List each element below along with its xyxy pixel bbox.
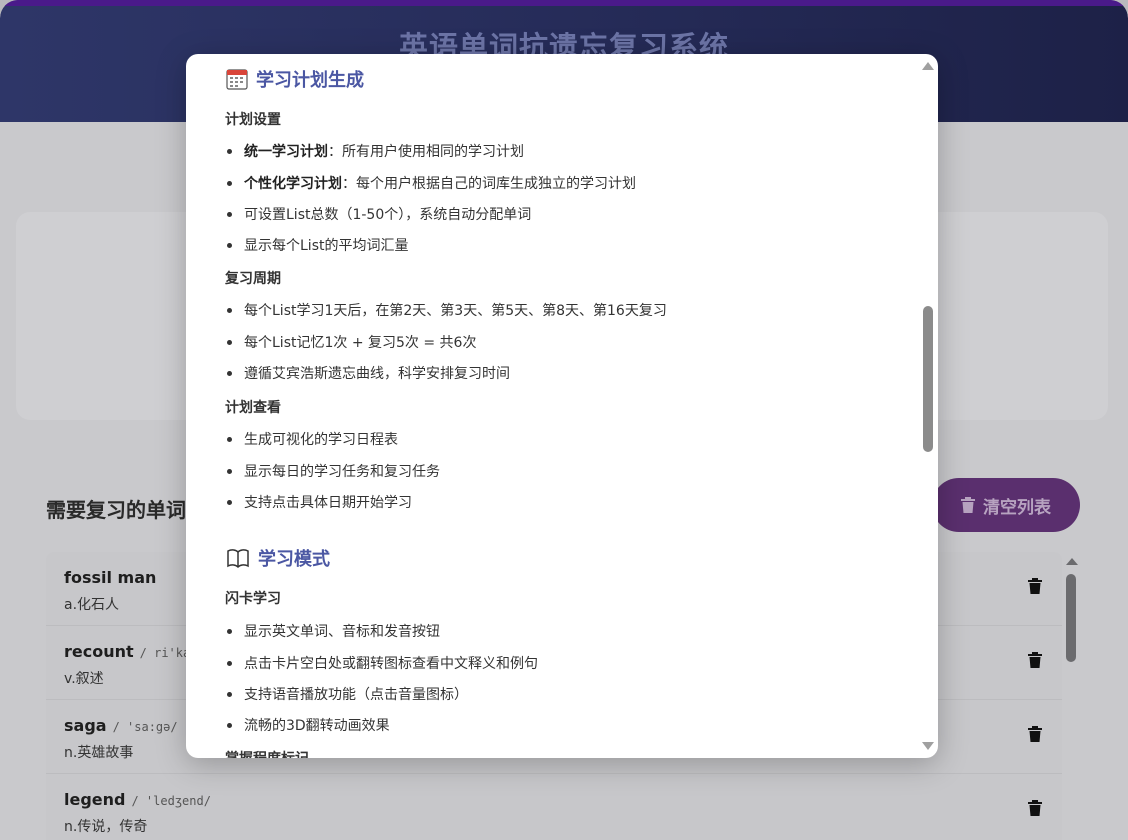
word-text: recount [64,642,134,661]
word-meaning: n.传说，传奇 [64,819,148,835]
list-item: 点击卡片空白处或翻转图标查看中文释义和例句 [227,653,538,673]
word-english: saga / 'sa:gə/ [64,716,178,735]
group-title: 闪卡学习 [225,591,281,607]
list-item: 每个List学习1天后，在第2天、第3天、第5天、第8天、第16天复习 [227,300,667,320]
list-item: 显示英文单词、音标和发音按钮 [227,621,440,641]
list-scroll-up-arrow[interactable] [1066,558,1078,565]
section-heading-modes: 学习模式 [226,545,330,571]
header-accent-strip [0,0,1128,6]
calendar-icon [226,69,248,90]
list-item: 遵循艾宾浩斯遗忘曲线，科学安排复习时间 [227,363,510,383]
group-title: 计划设置 [225,112,281,128]
section-heading-plan: 学习计划生成 [226,66,364,92]
list-scrollbar[interactable] [1066,574,1076,662]
list-item: 可设置List总数（1-50个），系统自动分配单词 [226,204,531,224]
modal-scroll-up-arrow[interactable] [922,62,934,70]
list-item: 每个List记忆1次 + 复习5次 = 共6次 [226,332,476,352]
clear-list-button[interactable]: 清空列表 [932,478,1080,532]
word-text: fossil man [64,568,157,587]
group-title: 计划查看 [225,400,281,416]
app-window: 英语单词抗遗忘复习系统 需要复习的单词 清空列表 fossil man a.化石… [0,0,1128,840]
list-item: 统一学习计划：所有用户使用相同的学习计划 [227,141,524,161]
list-item: 个性化学习计划：每个用户根据自己的词库生成独立的学习计划 [227,173,636,193]
list-item: 流畅的3D翻转动画效果 [227,715,390,735]
delete-word-icon[interactable] [1028,652,1042,668]
section-title: 学习计划生成 [256,70,364,91]
list-item: 显示每个List的平均词汇量 [226,235,408,255]
list-item: 支持语音播放功能（点击音量图标） [227,684,468,704]
word-english: legend / 'ledʒend/ [64,790,211,809]
word-text: legend [64,790,126,809]
review-list-title: 需要复习的单词 [46,498,186,522]
word-meaning: a.化石人 [64,597,120,613]
help-modal-content: 学习计划生成 计划设置 统一学习计划：所有用户使用相同的学习计划 个性化学习计划… [186,54,938,758]
word-text: saga [64,716,107,735]
group-title: 掌握程度标记 [225,748,309,758]
trash-icon [961,497,975,513]
modal-scrollbar[interactable] [923,306,933,452]
clear-list-label: 清空列表 [983,497,1051,518]
list-item: 显示每日的学习任务和复习任务 [227,461,440,481]
word-row: legend / 'ledʒend/ n.传说，传奇 [46,774,1062,840]
delete-word-icon[interactable] [1028,578,1042,594]
group-title: 复习周期 [225,271,281,287]
modal-scroll-down-arrow[interactable] [922,742,934,750]
section-title: 学习模式 [258,549,330,570]
delete-word-icon[interactable] [1028,800,1042,816]
word-english: fossil man [64,568,156,587]
book-icon [227,549,249,568]
list-item: 生成可视化的学习日程表 [227,429,398,449]
word-meaning: v.叙述 [64,671,104,687]
help-modal: 学习计划生成 计划设置 统一学习计划：所有用户使用相同的学习计划 个性化学习计划… [186,54,938,758]
word-meaning: n.英雄故事 [64,745,134,761]
word-phonetic: / 'ledʒend/ [131,794,211,808]
word-phonetic: / 'sa:gə/ [112,720,178,734]
list-item: 支持点击具体日期开始学习 [227,492,412,512]
delete-word-icon[interactable] [1028,726,1042,742]
